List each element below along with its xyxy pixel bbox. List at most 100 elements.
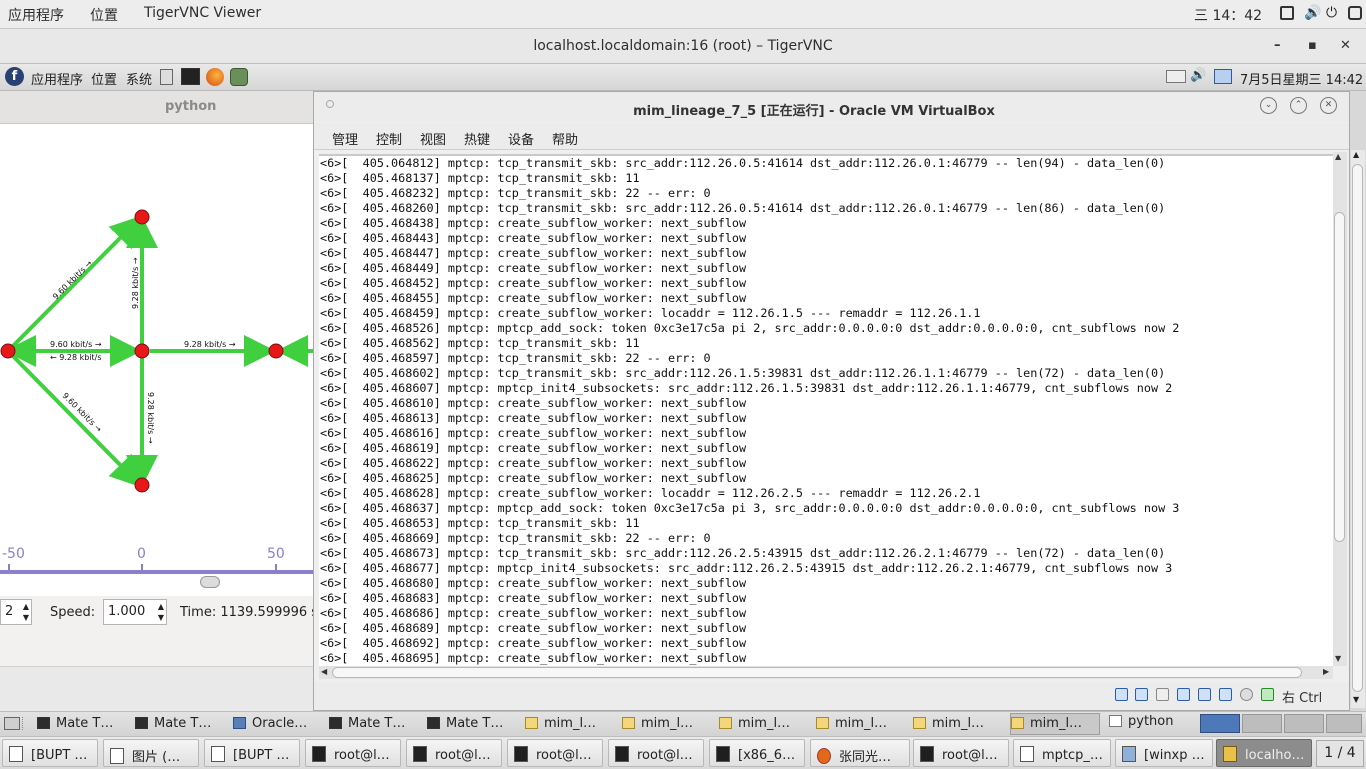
vbox-minimize-button[interactable]: ⌄ xyxy=(1260,97,1277,114)
firefox-launcher-icon[interactable] xyxy=(206,68,224,86)
virtualbox-window: mim_lineage_7_5 [正在运行] - Oracle VM Virtu… xyxy=(313,91,1350,711)
remote-datetime[interactable]: 7月5日星期三 14:42 xyxy=(1240,69,1363,88)
host-task-item[interactable]: 张同光… xyxy=(810,739,910,767)
shared-folder-status-icon[interactable] xyxy=(1219,688,1232,701)
workspace-3[interactable] xyxy=(1284,714,1324,733)
vbox-maximize-button[interactable]: ⌃ xyxy=(1290,97,1307,114)
topology-canvas[interactable]: 9.60 kbit/s → 9.28 kbit/s → 9.60 kbit/s … xyxy=(0,124,314,564)
menu-view[interactable]: 视图 xyxy=(420,129,446,148)
text-editor-launcher-icon[interactable] xyxy=(160,69,173,85)
taskbar-item[interactable]: mim_l… xyxy=(621,715,716,732)
scroll-right-icon[interactable]: ▶ xyxy=(1323,667,1329,676)
menu-help[interactable]: 帮助 xyxy=(552,129,578,148)
workspace-2[interactable] xyxy=(1242,714,1282,733)
node-center[interactable] xyxy=(134,343,150,359)
vnc-maximize-button[interactable]: ▪ xyxy=(1308,38,1317,53)
taskbar-item[interactable]: python xyxy=(1108,713,1198,730)
volume-icon[interactable]: 🔊 xyxy=(1304,5,1321,21)
taskbar-item-active[interactable]: mim_l… xyxy=(1010,713,1100,735)
fedora-logo-icon[interactable]: f xyxy=(5,67,24,86)
host-task-item[interactable]: root@l… xyxy=(608,739,704,767)
usb-status-icon[interactable] xyxy=(1198,688,1211,701)
console-vertical-scroll-thumb[interactable] xyxy=(1334,212,1345,542)
network-launcher-icon[interactable] xyxy=(230,68,248,86)
taskbar-item[interactable]: mim_l… xyxy=(815,715,910,732)
show-desktop-icon[interactable] xyxy=(4,717,20,730)
python-window: python 9.60 kbit/s → 9.28 kbit/s → 9.60 … xyxy=(0,91,318,712)
host-apps-menu[interactable]: 应用程序 xyxy=(8,5,64,25)
node-bottom[interactable] xyxy=(134,477,150,493)
host-task-item[interactable]: [winxp … xyxy=(1115,739,1213,767)
topology-graph: 9.60 kbit/s → 9.28 kbit/s → 9.60 kbit/s … xyxy=(0,209,314,493)
vm-console-screen[interactable]: <6>[ 405.064812] mptcp: tcp_transmit_skb… xyxy=(319,154,1333,666)
keyboard-icon[interactable] xyxy=(1166,70,1186,83)
host-task-item[interactable]: [x86_6… xyxy=(709,739,805,767)
taskbar-item[interactable]: Oracle… xyxy=(232,715,327,732)
window-switcher-icon[interactable] xyxy=(1280,6,1294,20)
terminal-launcher-icon[interactable] xyxy=(181,68,200,85)
host-task-item[interactable]: root@l… xyxy=(406,739,502,767)
vnc-minimize-button[interactable]: – xyxy=(1274,38,1281,53)
host-task-item[interactable]: mptcp_… xyxy=(1013,739,1111,767)
node-top[interactable] xyxy=(134,209,150,225)
spinner-arrows-icon[interactable]: ▲ ▼ xyxy=(23,601,29,623)
taskbar-item[interactable]: mim_l… xyxy=(718,715,813,732)
harddisk-status-icon[interactable] xyxy=(1115,688,1128,701)
workspace-indicator[interactable]: 1 / 4 xyxy=(1316,740,1364,767)
scroll-down-icon[interactable]: ▼ xyxy=(1335,654,1341,663)
host-task-item[interactable]: 图片 (… xyxy=(103,739,199,767)
taskbar-item[interactable]: Mate T… xyxy=(134,715,229,732)
terminal-icon xyxy=(716,746,730,762)
node-left[interactable] xyxy=(0,343,16,359)
optical-status-icon[interactable] xyxy=(1135,688,1148,701)
host-task-item[interactable]: [BUPT … xyxy=(2,739,98,767)
menu-devices[interactable]: 设备 xyxy=(508,129,534,148)
menu-control[interactable]: 控制 xyxy=(376,129,402,148)
host-task-item[interactable]: root@l… xyxy=(507,739,603,767)
video-capture-status-icon[interactable] xyxy=(1240,688,1253,701)
speed-spinner[interactable]: 1.000 ▲ ▼ xyxy=(103,599,167,625)
vbox-close-button[interactable]: ✕ xyxy=(1320,97,1337,114)
console-line: <6>[ 405.468680] mptcp: create_subflow_w… xyxy=(320,576,747,590)
vm-icon xyxy=(1011,717,1024,729)
host-task-item[interactable]: root@l… xyxy=(913,739,1009,767)
vnc-scroll-down-icon[interactable]: ▼ xyxy=(1353,695,1359,704)
taskbar-item[interactable]: Mate T… xyxy=(36,715,131,732)
vnc-close-button[interactable]: ✕ xyxy=(1340,38,1351,53)
node-right[interactable] xyxy=(268,343,284,359)
audio-status-icon[interactable] xyxy=(1156,688,1169,701)
spinner-arrows-icon[interactable]: ▲ ▼ xyxy=(158,601,164,623)
host-task-item-active[interactable]: localho… xyxy=(1216,739,1312,767)
scroll-left-icon[interactable]: ◀ xyxy=(321,667,327,676)
menu-hotkey[interactable]: 热键 xyxy=(464,129,490,148)
workspace-1[interactable] xyxy=(1200,714,1240,733)
power-icon[interactable]: ⏻ xyxy=(1326,5,1337,21)
battery-icon[interactable] xyxy=(1348,6,1362,20)
mouse-integration-icon[interactable] xyxy=(1261,688,1274,701)
remote-system-menu[interactable]: 系统 xyxy=(126,69,152,88)
workspace-4[interactable] xyxy=(1326,714,1362,733)
step-spinner[interactable]: 2 ▲ ▼ xyxy=(0,599,32,625)
taskbar-item[interactable]: mim_l… xyxy=(912,715,1007,732)
taskbar-item[interactable]: Mate T… xyxy=(426,715,521,732)
vnc-scroll-thumb[interactable] xyxy=(1352,164,1363,692)
host-app-name[interactable]: TigerVNC Viewer xyxy=(144,5,261,21)
vnc-scroll-up-icon[interactable]: ▲ xyxy=(1353,150,1359,159)
taskbar-item[interactable]: Mate T… xyxy=(328,715,423,732)
host-task-item[interactable]: [BUPT … xyxy=(204,739,300,767)
remote-places-menu[interactable]: 位置 xyxy=(91,69,117,88)
remote-apps-menu[interactable]: 应用程序 xyxy=(31,69,83,88)
host-task-item[interactable]: root@l… xyxy=(305,739,401,767)
host-places-menu[interactable]: 位置 xyxy=(90,5,118,25)
host-clock[interactable]: 三 14：42 xyxy=(1194,5,1262,25)
menu-machine[interactable]: 管理 xyxy=(332,129,358,148)
zoom-slider-handle[interactable] xyxy=(200,576,220,588)
network-status-icon[interactable] xyxy=(1214,69,1232,84)
remote-volume-icon[interactable]: 🔊 xyxy=(1190,68,1206,83)
console-horizontal-scroll-thumb[interactable] xyxy=(332,667,1302,678)
network-adapter-status-icon[interactable] xyxy=(1177,688,1190,701)
taskbar-item[interactable]: mim_l… xyxy=(524,715,619,732)
scroll-up-icon[interactable]: ▲ xyxy=(1335,152,1341,161)
vnc-vertical-scrollbar[interactable]: ▲ ▼ xyxy=(1351,150,1365,708)
edge-left-bottom xyxy=(6,349,143,488)
